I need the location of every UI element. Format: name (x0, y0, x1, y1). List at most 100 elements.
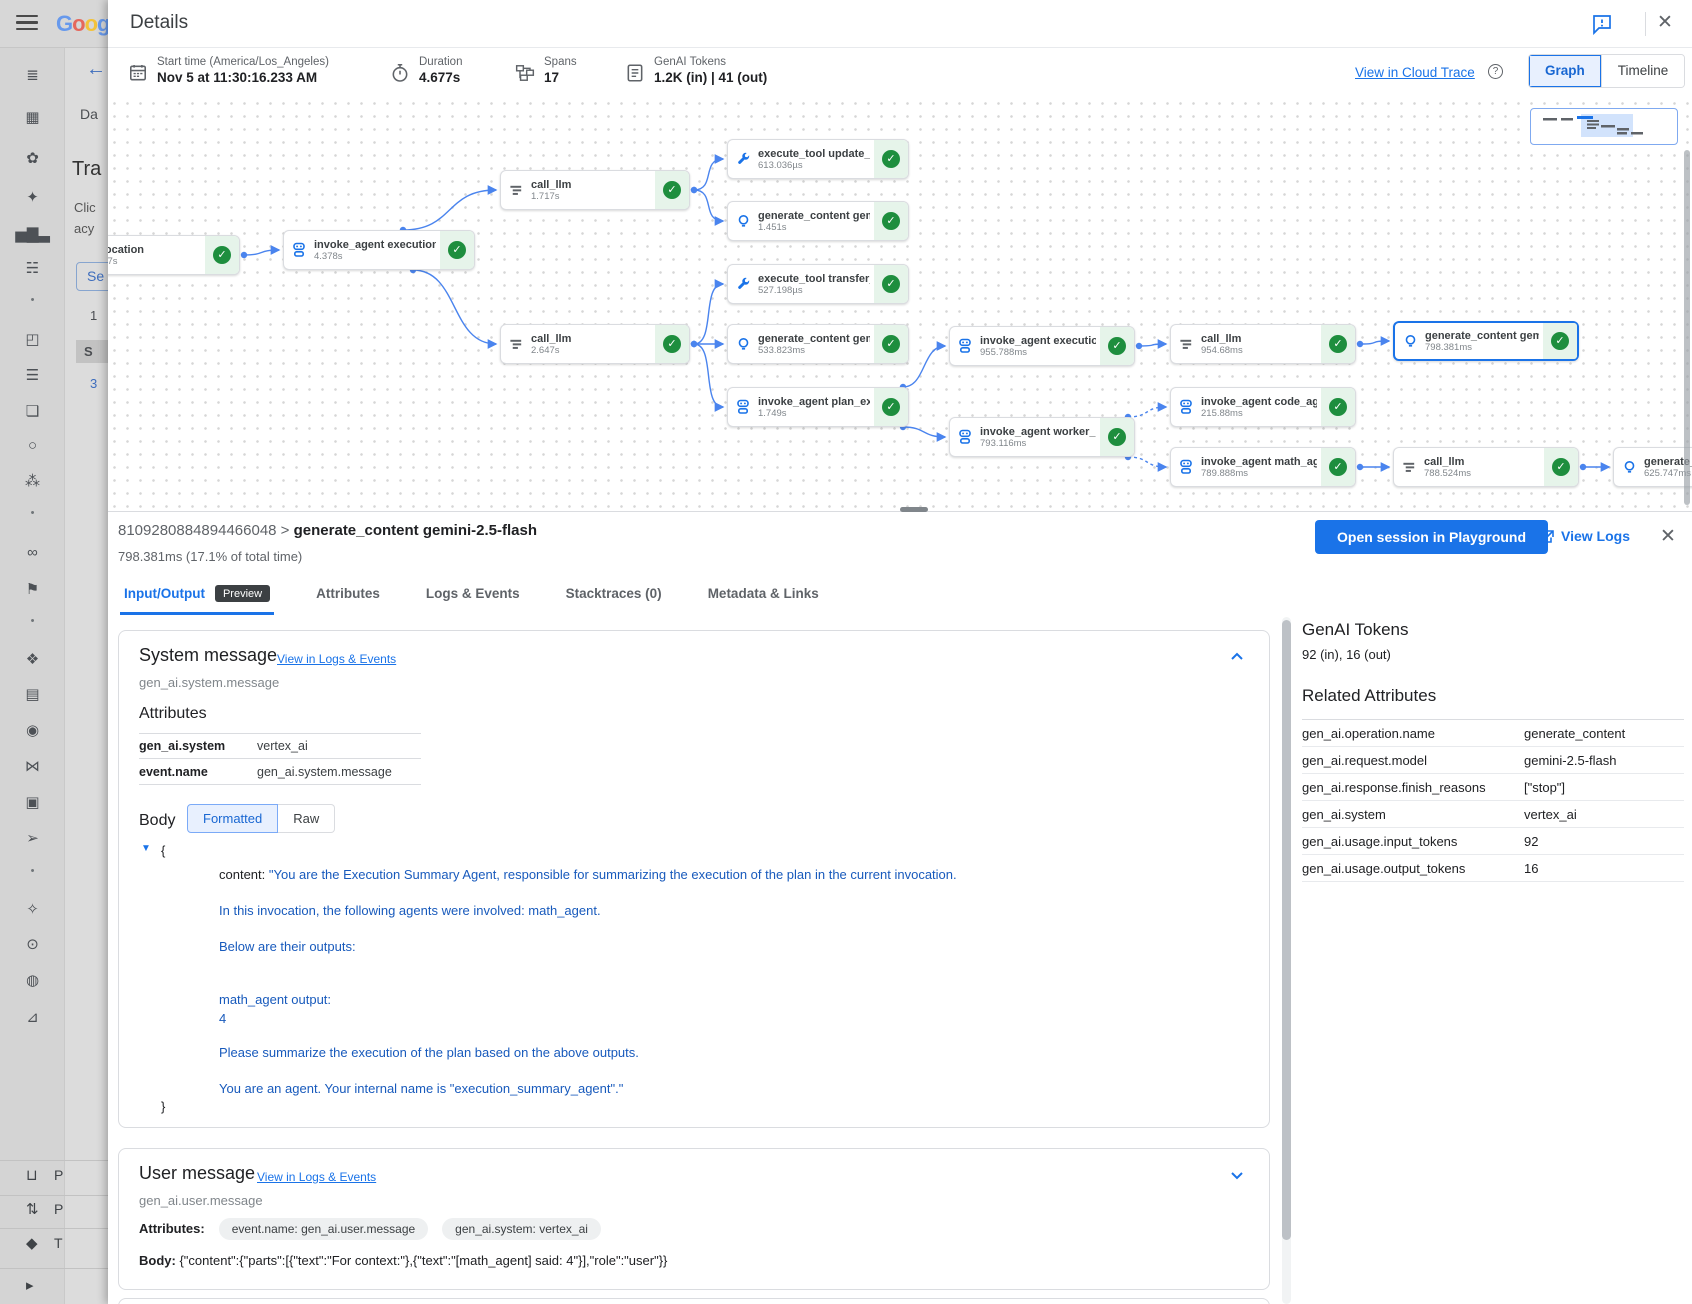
success-check-icon: ✓ (874, 265, 908, 303)
trace-graph-canvas[interactable]: invocation4.677s✓ invoke_agent execution_… (108, 97, 1692, 511)
graph-node-invoke-agent-execution[interactable]: invoke_agent execution_...4.378s✓ (283, 230, 475, 270)
table-icon[interactable]: ▤ (0, 685, 65, 703)
graph-node-execute-tool-update[interactable]: execute_tool update_exe...613.036µs✓ (727, 139, 909, 179)
tab-metadata-links[interactable]: Metadata & Links (704, 575, 823, 615)
raw-button[interactable]: Raw (278, 804, 335, 833)
node-duration: 793.116ms (980, 438, 1096, 449)
close-span-detail-icon[interactable]: ✕ (1660, 525, 1676, 548)
graph-node-call-llm-1[interactable]: call_llm1.717s✓ (500, 170, 690, 210)
node-label: invoke_agent execution_... (314, 239, 436, 251)
graph-node-generate-content-1[interactable]: generate_content gemini...1.451s✓ (727, 201, 909, 241)
view-in-logs-link[interactable]: View in Logs & Events (277, 652, 396, 666)
sidebar-item-bucket[interactable]: ⊔P (0, 1166, 108, 1196)
graph-node-call-llm-2[interactable]: call_llm2.647s✓ (500, 324, 690, 364)
hourglass-icon[interactable]: ⋈ (0, 757, 65, 775)
bot-icon[interactable]: ◍ (0, 971, 65, 989)
graph-node-call-llm-4[interactable]: call_llm788.524ms✓ (1393, 447, 1579, 487)
trace-id: 8109280884894466048 (118, 522, 277, 539)
graph-node-call-llm-3[interactable]: call_llm954.68ms✓ (1170, 324, 1356, 364)
help-icon[interactable]: ? (1488, 64, 1503, 79)
graph-node-generate-content-2[interactable]: generate_content gemini...533.823ms✓ (727, 324, 909, 364)
bar-chart-icon[interactable]: ▅▇▃ (0, 225, 65, 243)
close-icon[interactable]: ✕ (1657, 11, 1673, 34)
graph-minimap[interactable] (1530, 108, 1678, 145)
tab-attributes[interactable]: Attributes (312, 575, 384, 615)
sparkle-icon[interactable]: ✦ (0, 188, 65, 206)
tab-stacktraces-0-[interactable]: Stacktraces (0) (562, 575, 666, 615)
view-in-logs-link[interactable]: View in Logs & Events (257, 1170, 376, 1184)
graph-node-invoke-agent-code[interactable]: invoke_agent code_agent215.88ms✓ (1170, 387, 1356, 427)
list-icon[interactable]: ☰ (0, 366, 65, 384)
idea-icon[interactable]: ✧ (0, 900, 65, 918)
infinity-icon[interactable]: ∞ (0, 544, 65, 561)
graph-node-execute-tool-transfer[interactable]: execute_tool transfer_to_...527.198µs✓ (727, 264, 909, 304)
graph-node-invoke-agent-plan[interactable]: invoke_agent plan_execu...1.749s✓ (727, 387, 909, 427)
bookmark-icon[interactable]: ⚑ (0, 580, 65, 598)
graph-node-invoke-agent-worker[interactable]: invoke_agent worker_par...793.116ms✓ (949, 417, 1135, 457)
related-attribute-row: gen_ai.systemvertex_ai (1302, 801, 1684, 828)
view-in-cloud-trace-link[interactable]: View in Cloud Trace (1355, 65, 1475, 80)
dashboard-icon[interactable]: ▦ (0, 108, 65, 126)
robot-icon[interactable]: ◰ (0, 330, 65, 348)
success-check-icon: ✓ (1321, 388, 1355, 426)
frame-icon[interactable]: ▣ (0, 793, 65, 811)
graph-node-invocation[interactable]: invocation4.677s✓ (108, 235, 240, 275)
tune-icon[interactable]: ☵ (0, 259, 65, 277)
node-duration: 527.198µs (758, 285, 870, 296)
formatted-button[interactable]: Formatted (187, 804, 278, 833)
node-label: invoke_agent plan_execu... (758, 396, 870, 408)
toggle-graph[interactable]: Graph (1529, 55, 1601, 87)
graph-node-invoke-agent-math[interactable]: invoke_agent math_agent789.888ms✓ (1170, 447, 1356, 487)
bulb-icon (728, 337, 758, 352)
bucket-icon: ⊔ (26, 1166, 38, 1184)
analytics-icon[interactable]: ⊿ (0, 1008, 65, 1026)
toggle-timeline[interactable]: Timeline (1601, 55, 1685, 87)
graph-node-generate-content-3[interactable]: generate_...625.747ms✓ (1613, 447, 1692, 487)
dot-icon[interactable]: • (0, 294, 65, 306)
sidebar-item-swap[interactable]: ⇅P (0, 1200, 108, 1230)
graph-node-generate-content-selected[interactable]: generate_content gemini...798.381ms✓ (1393, 321, 1579, 361)
node-duration: 1.749s (758, 408, 870, 419)
node-label: generate_content gemini... (758, 333, 870, 345)
expand-chevron-icon[interactable] (1229, 1167, 1245, 1183)
collapse-chevron-icon[interactable] (1229, 649, 1245, 665)
open-playground-button[interactable]: Open session in Playground (1315, 520, 1548, 554)
sidebar-item-collapse[interactable]: ▸ (0, 1276, 108, 1304)
tab-input-output[interactable]: Input/OutputPreview (120, 575, 274, 615)
content-scrollbar[interactable] (1282, 620, 1291, 1240)
body-heading: Body (139, 812, 175, 830)
success-check-icon: ✓ (655, 325, 689, 363)
user-body-row: Body: {"content":{"parts":[{"text":"For … (139, 1253, 667, 1268)
route-icon[interactable]: ➢ (0, 829, 65, 847)
sidebar-item-training[interactable]: ◆T (0, 1234, 108, 1264)
menu-icon[interactable] (16, 15, 38, 31)
node-duration: 215.88ms (1201, 408, 1317, 419)
waterfall-icon[interactable]: ≣ (0, 66, 65, 84)
feedback-icon[interactable] (1591, 13, 1613, 35)
node-label: invoke_agent math_agent (1201, 456, 1317, 468)
view-logs-link[interactable]: View Logs (1540, 528, 1630, 544)
layers-icon[interactable]: ❖ (0, 650, 65, 668)
llm-icon (501, 337, 531, 352)
success-check-icon: ✓ (655, 171, 689, 209)
dot-icon[interactable]: • (0, 865, 65, 877)
search-icon[interactable]: ○ (0, 437, 65, 454)
tab-logs-events[interactable]: Logs & Events (422, 575, 524, 615)
leaf-icon[interactable]: ✿ (0, 149, 65, 167)
podcast-icon[interactable]: ◉ (0, 721, 65, 739)
body-format-toggle: Formatted Raw (187, 804, 335, 833)
network-icon[interactable]: ⁂ (0, 472, 65, 490)
user-message-card: User message View in Logs & Events gen_a… (118, 1148, 1270, 1290)
dot-icon[interactable]: • (0, 507, 65, 519)
detail-content: System message View in Logs & Events gen… (108, 615, 1692, 1304)
dot-icon[interactable]: • (0, 615, 65, 627)
node-label: call_llm (1201, 333, 1317, 345)
doc-search-icon[interactable]: ❏ (0, 402, 65, 420)
graph-node-invoke-agent-execution-2[interactable]: invoke_agent execution_...955.788ms✓ (949, 326, 1135, 366)
expand-triangle-icon[interactable]: ▼ (141, 843, 151, 854)
broadcast-icon[interactable]: ⊙ (0, 935, 65, 953)
sidebar-item-label: P (54, 1167, 63, 1183)
llm-icon (1394, 460, 1424, 475)
graph-scrollbar[interactable] (1684, 150, 1690, 505)
system-message-card: System message View in Logs & Events gen… (118, 630, 1270, 1128)
